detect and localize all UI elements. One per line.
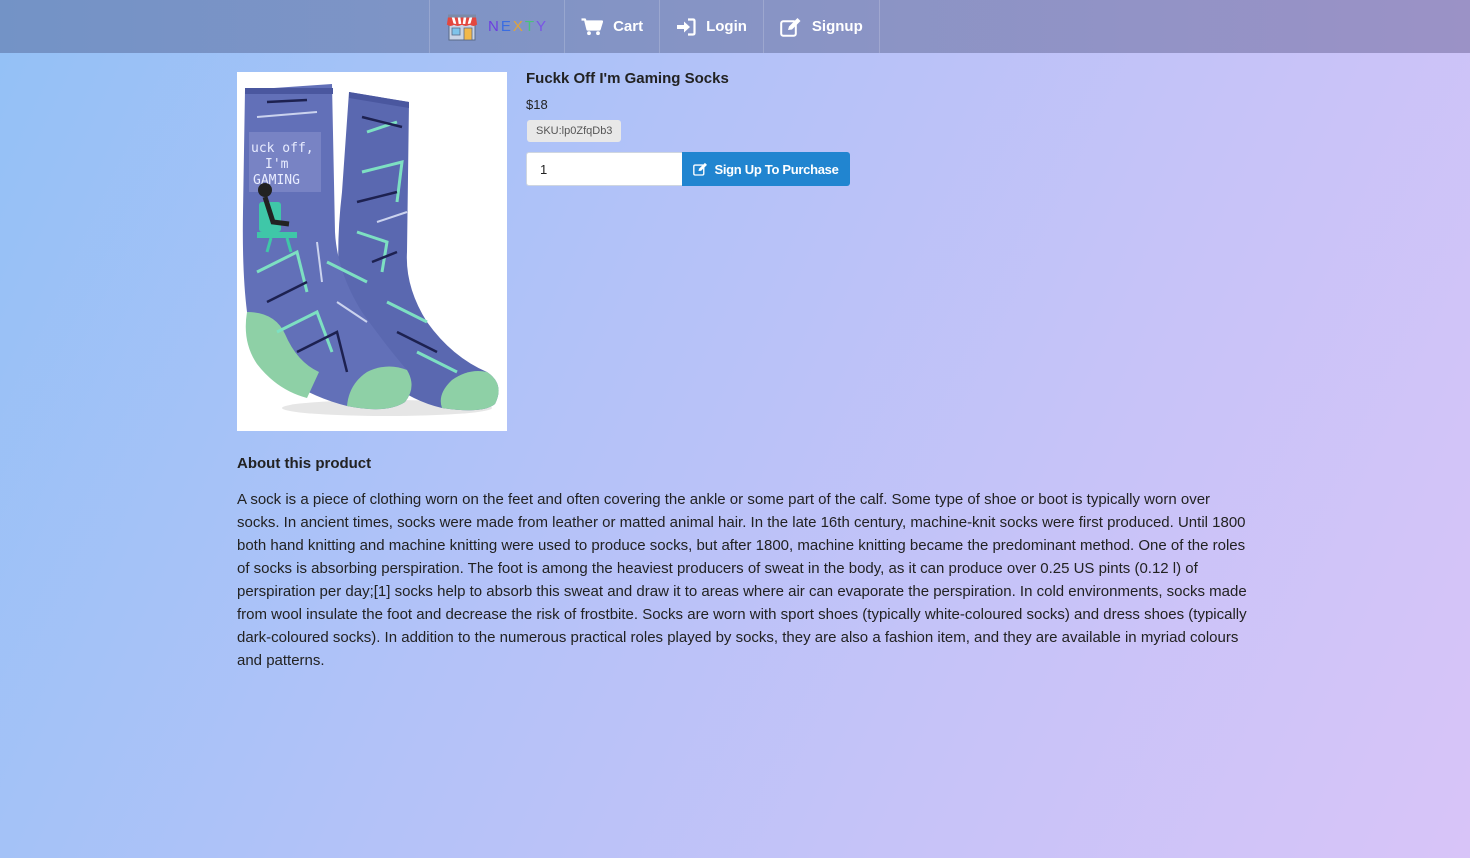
cart-icon: [581, 17, 604, 36]
edit-icon: [780, 17, 802, 37]
brand-letter: Y: [536, 18, 549, 35]
product-image: uck off, I'm GAMING: [237, 72, 507, 431]
quantity-input[interactable]: [526, 152, 682, 186]
login-menu-item[interactable]: Login: [660, 0, 764, 53]
sign-in-icon: [676, 17, 696, 36]
main-menu: NEXTY Cart Login Signup: [429, 0, 880, 53]
store-icon: [446, 13, 478, 41]
svg-text:uck off,: uck off,: [251, 141, 314, 156]
signup-menu-item[interactable]: Signup: [764, 0, 880, 53]
cart-menu-item[interactable]: Cart: [565, 0, 661, 53]
product-price: $18: [526, 97, 548, 112]
brand-letter: N: [488, 18, 501, 35]
top-navigation-bar: NEXTY Cart Login Signup: [0, 0, 1470, 53]
brand-letter: T: [524, 18, 537, 35]
about-heading: About this product: [237, 455, 372, 472]
login-label: Login: [706, 18, 747, 35]
brand-home-link[interactable]: NEXTY: [430, 0, 566, 53]
cart-label: Cart: [613, 18, 644, 35]
sku-badge: SKU:lp0ZfqDb3: [527, 120, 622, 142]
purchase-form: Sign Up To Purchase: [526, 152, 850, 186]
purchase-button-label: Sign Up To Purchase: [714, 161, 839, 177]
brand-letter: X: [512, 18, 525, 35]
brand-letter: E: [500, 18, 513, 35]
sign-up-to-purchase-button[interactable]: Sign Up To Purchase: [682, 152, 850, 186]
signup-label: Signup: [811, 18, 863, 35]
svg-text:I'm: I'm: [265, 157, 289, 172]
brand-name: NEXTY: [488, 18, 548, 35]
edit-icon: [693, 162, 708, 176]
about-text: A sock is a piece of clothing worn on th…: [237, 491, 1247, 669]
product-title: Fuckk Off I'm Gaming Socks: [526, 70, 729, 87]
